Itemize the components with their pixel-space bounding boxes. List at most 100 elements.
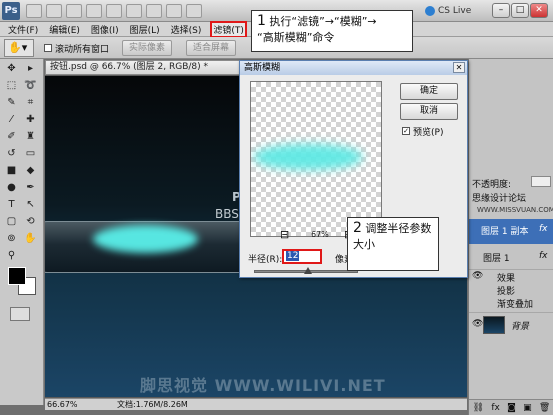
crop-tool-icon[interactable]: ⌗	[23, 95, 38, 110]
watermark-bottom: 脚思视觉 WWW.WILIVI.NET	[140, 376, 386, 395]
radius-input[interactable]: 12	[282, 249, 322, 264]
dialog-close-icon[interactable]: ✕	[453, 62, 465, 73]
effect-drop-shadow-row[interactable]: 投影	[469, 284, 553, 297]
menu-edit[interactable]: 编辑(E)	[49, 23, 80, 36]
pen-tool-icon[interactable]: ✒	[23, 180, 38, 195]
trash-icon[interactable]: 🗑	[539, 403, 550, 413]
move-tool-alt-icon[interactable]: ▸	[23, 61, 38, 76]
hand-tool-icon[interactable]: ✋	[23, 231, 38, 246]
tool-preset-picker[interactable]: ✋▾	[4, 39, 34, 57]
site-text: 思缘设计论坛	[472, 194, 527, 204]
callout-2-line1: 调整半径参数	[365, 222, 432, 235]
new-layer-icon[interactable]: ▣	[523, 403, 532, 413]
fx-icon: fx	[539, 224, 548, 234]
menu-file[interactable]: 文件(F)	[8, 23, 38, 36]
toolbox: ✥ ▸ ⬚ ➰ ✎ ⌗ ⁄ ✚ ✐ ♜ ↺ ▭ ■ ◆ ● ✒ T ↖ ▢ ⟲ …	[0, 59, 44, 405]
eyedropper-tool-icon[interactable]: ⁄	[4, 112, 19, 127]
menu-image[interactable]: 图像(I)	[91, 23, 119, 36]
arrange-documents-icon[interactable]	[166, 4, 182, 18]
minimize-button[interactable]: –	[492, 3, 510, 18]
layer-name: 背景	[511, 322, 530, 332]
effect-gradient-overlay-row[interactable]: 渐变叠加	[469, 297, 553, 310]
scroll-all-windows-label: 滚动所有窗口	[55, 45, 110, 55]
zoom-readout[interactable]: 66.67%	[47, 399, 78, 410]
link-icon[interactable]: ⛓	[473, 403, 484, 413]
path-select-tool-icon[interactable]: ↖	[23, 197, 38, 212]
close-button[interactable]: ✕	[530, 3, 548, 18]
3d-camera-tool-icon[interactable]: ⊚	[4, 231, 19, 246]
healing-tool-icon[interactable]: ✚	[23, 112, 38, 127]
status-bar: 66.67% 文档:1.76M/8.26M	[45, 398, 467, 410]
menu-select[interactable]: 选择(S)	[171, 23, 202, 36]
radius-slider-thumb[interactable]	[304, 267, 312, 274]
layer-row-selected[interactable]: 图层 1 副本 fx	[469, 219, 553, 244]
effects-label: 效果	[497, 274, 516, 284]
fx-icon: fx	[539, 251, 548, 261]
view-extras-icon[interactable]	[66, 4, 82, 18]
3d-rotate-tool-icon[interactable]: ⟲	[23, 214, 38, 229]
zoom-tool-icon[interactable]: ⚲	[4, 248, 19, 263]
restore-button[interactable]: □	[511, 3, 529, 18]
fx-footer-icon[interactable]: fx	[491, 403, 500, 413]
document-tab[interactable]: 按钮.psd @ 66.7% (图层 2, RGB/8) *	[45, 60, 245, 75]
quick-select-tool-icon[interactable]: ✎	[4, 95, 19, 110]
preview-checkbox[interactable]: ✓	[402, 127, 410, 135]
layer-name: 图层 1 副本	[481, 227, 529, 237]
preview-glow	[253, 144, 363, 170]
screen-mode-icon[interactable]	[186, 4, 202, 18]
layer-row[interactable]: 图层 1 fx	[469, 245, 553, 270]
hand-icon[interactable]	[106, 4, 122, 18]
mask-icon[interactable]: ◙	[507, 403, 516, 413]
quick-mask-icon[interactable]	[10, 307, 30, 321]
ok-button[interactable]: 确定	[400, 83, 458, 100]
gradient-overlay-label: 渐变叠加	[497, 300, 534, 310]
menu-filter[interactable]: 滤镜(T)	[210, 20, 247, 38]
eye-icon[interactable]: 👁	[472, 319, 483, 329]
zoom-icon[interactable]	[126, 4, 142, 18]
layers-footer: ⛓ fx ◙ ▣ 🗑	[469, 399, 553, 415]
fit-screen-button[interactable]: 适合屏幕	[186, 40, 237, 56]
callout-2-number: 2	[353, 220, 362, 236]
move-tool-icon[interactable]: ✥	[4, 61, 19, 76]
dialog-title: 高斯模糊	[240, 61, 467, 75]
effects-row[interactable]: 👁 效果	[469, 271, 553, 284]
menu-layer[interactable]: 图层(L)	[130, 23, 160, 36]
document-size: 文档:1.76M/8.26M	[117, 400, 188, 409]
zoom-out-icon[interactable]: ⊟	[280, 228, 289, 241]
bridge-icon[interactable]	[26, 4, 42, 18]
layer-row-background[interactable]: 👁 背景	[469, 312, 553, 337]
shape-tool-icon[interactable]: ▢	[4, 214, 19, 229]
type-tool-icon[interactable]: T	[4, 197, 19, 212]
opacity-field[interactable]	[531, 176, 551, 187]
mini-bridge-icon[interactable]	[46, 4, 62, 18]
dialog-preview[interactable]	[250, 81, 382, 237]
cs-live-button[interactable]: CS Live	[425, 4, 471, 18]
lasso-tool-icon[interactable]: ➰	[23, 78, 38, 93]
eraser-tool-icon[interactable]: ▭	[23, 146, 38, 161]
foreground-color-swatch[interactable]	[8, 267, 26, 285]
callout-1-number: 1	[257, 13, 266, 29]
radius-label: 半径(R):	[248, 255, 283, 265]
dodge-tool-icon[interactable]: ●	[4, 180, 19, 195]
radius-value: 12	[286, 251, 300, 261]
callout-1-line1: 执行“滤镜”→“模糊”→	[269, 15, 377, 28]
zoom-level-icon[interactable]	[86, 4, 102, 18]
brush-tool-icon[interactable]: ✐	[4, 129, 19, 144]
scroll-all-windows-checkbox[interactable]	[44, 44, 52, 52]
callout-step-1: 1 执行“滤镜”→“模糊”→ “高斯模糊”命令	[251, 10, 413, 52]
callout-2-line2: 大小	[353, 238, 375, 251]
marquee-tool-icon[interactable]: ⬚	[4, 78, 19, 93]
layers-panel: 不透明度: 思缘设计论坛 WWW.MISSVUAN.COM 图层 1 副本 fx…	[468, 59, 553, 415]
cs-live-icon	[425, 6, 435, 16]
actual-pixels-button[interactable]: 实际像素	[122, 40, 173, 56]
history-brush-icon[interactable]: ↺	[4, 146, 19, 161]
cs-live-label: CS Live	[438, 6, 472, 16]
cancel-button[interactable]: 取消	[400, 103, 458, 120]
eye-icon[interactable]: 👁	[472, 271, 483, 281]
stamp-tool-icon[interactable]: ♜	[23, 129, 38, 144]
gradient-tool-icon[interactable]: ■	[4, 163, 19, 178]
layer-thumbnail	[483, 316, 505, 334]
glow-ellipse	[93, 225, 198, 253]
rotate-view-icon[interactable]	[146, 4, 162, 18]
blur-tool-icon[interactable]: ◆	[23, 163, 38, 178]
